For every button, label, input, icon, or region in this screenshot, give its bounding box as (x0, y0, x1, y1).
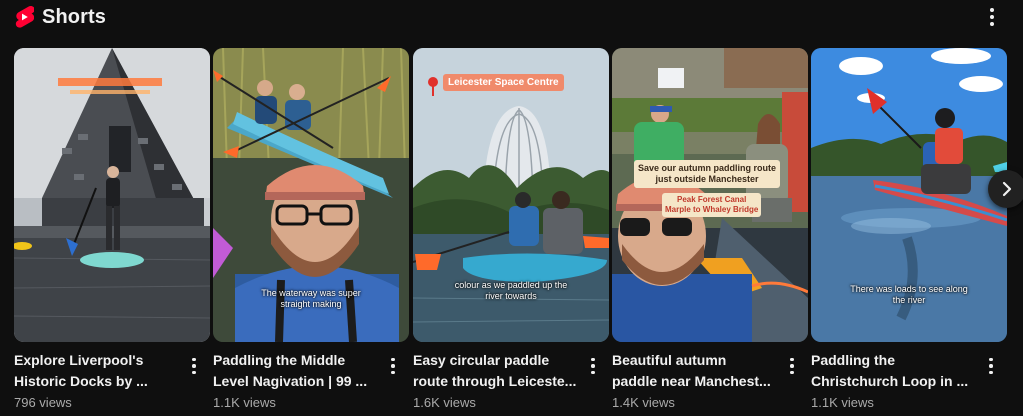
short-views: 1.4K views (612, 395, 675, 410)
short-title-line: Historic Docks by ... (14, 373, 148, 389)
short-title[interactable]: Beautiful autumn paddle near Manchest... (612, 350, 780, 392)
short-thumbnail[interactable]: The waterway was super straight making (213, 48, 409, 342)
caption-overlay: colour as we paddled up the river toward… (454, 280, 568, 301)
shorts-shelf: Explore Liverpool's Historic Docks by ..… (14, 48, 1023, 416)
short-thumbnail[interactable]: There was loads to see along the river (811, 48, 1007, 342)
thumbnail-image-liverpool-docks (14, 48, 210, 342)
tag-line: Save our autumn paddling route (638, 163, 777, 173)
short-title-line: Paddling the (811, 352, 895, 368)
short-views: 1.1K views (213, 395, 276, 410)
short-views: 1.1K views (811, 395, 874, 410)
short-card[interactable]: Save our autumn paddling route just outs… (612, 48, 808, 416)
short-card[interactable]: The waterway was super straight making P… (213, 48, 409, 416)
tag-line: just outside Manchester (655, 174, 759, 184)
short-title-line: Explore Liverpool's (14, 352, 144, 368)
short-more-button[interactable] (385, 356, 401, 376)
shelf-next-button[interactable] (988, 170, 1023, 208)
more-vert-icon (192, 357, 196, 362)
short-thumbnail[interactable]: Save our autumn paddling route just outs… (612, 48, 808, 342)
short-title-line: route through Leiceste... (413, 373, 577, 389)
more-vert-icon (990, 8, 994, 12)
more-vert-icon (989, 357, 993, 362)
short-title-line: paddle near Manchest... (612, 373, 771, 389)
short-title[interactable]: Paddling the Middle Level Nagivation | 9… (213, 350, 381, 392)
short-title-line: Christchurch Loop in ... (811, 373, 969, 389)
short-thumbnail[interactable] (14, 48, 210, 342)
short-views: 796 views (14, 395, 72, 410)
short-more-button[interactable] (186, 356, 202, 376)
short-title[interactable]: Paddling the Christchurch Loop in ... (811, 350, 979, 392)
short-title-line: Easy circular paddle (413, 352, 550, 368)
short-title-line: Paddling the Middle (213, 352, 346, 368)
more-vert-icon (591, 357, 595, 362)
short-thumbnail[interactable]: Leicester Space Centre colour as we padd… (413, 48, 609, 342)
location-tag: Leicester Space Centre (443, 74, 564, 91)
short-title[interactable]: Easy circular paddle route through Leice… (413, 350, 581, 392)
tag-line: Peak Forest Canal (676, 195, 747, 204)
caption-overlay: The waterway was super straight making (261, 288, 361, 309)
short-more-button[interactable] (585, 356, 601, 376)
short-card[interactable]: Leicester Space Centre colour as we padd… (413, 48, 609, 416)
shorts-header: Shorts (14, 4, 106, 30)
shelf-title: Shorts (42, 5, 106, 28)
route-tag: Peak Forest Canal Marple to Whaley Bridg… (662, 193, 762, 217)
caption-overlay: There was loads to see along the river (850, 284, 968, 305)
youtube-shorts-icon (15, 5, 34, 28)
chevron-right-icon (1002, 181, 1012, 197)
more-vert-icon (391, 357, 395, 362)
title-card-tag: Save our autumn paddling route just outs… (634, 160, 781, 188)
short-more-button[interactable] (784, 356, 800, 376)
shelf-more-button[interactable] (981, 6, 1003, 28)
short-title[interactable]: Explore Liverpool's Historic Docks by ..… (14, 350, 182, 392)
short-title-line: Beautiful autumn (612, 352, 727, 368)
short-card[interactable]: There was loads to see along the river P… (811, 48, 1007, 416)
short-card[interactable]: Explore Liverpool's Historic Docks by ..… (14, 48, 210, 416)
short-title-line: Level Nagivation | 99 ... (213, 373, 368, 389)
short-more-button[interactable] (983, 356, 999, 376)
tag-line: Marple to Whaley Bridge (665, 205, 759, 214)
short-views: 1.6K views (413, 395, 476, 410)
more-vert-icon (790, 357, 794, 362)
